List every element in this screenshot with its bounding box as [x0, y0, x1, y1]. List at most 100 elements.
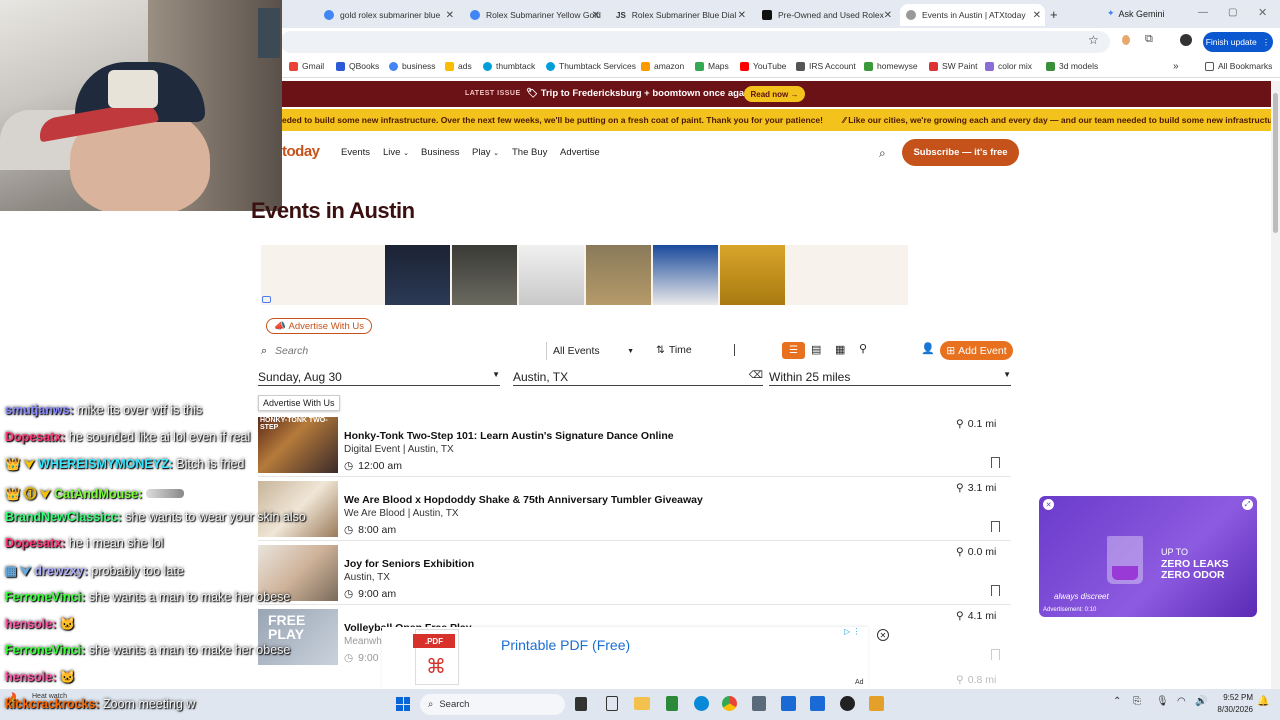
pdf-ad-banner[interactable]: .PDF ⌘ Printable PDF (Free) ▷ ⋮ Ad	[382, 627, 868, 689]
advertise-with-us-button[interactable]: 📣 Advertise With Us	[266, 318, 372, 334]
event-title[interactable]: We Are Blood x Hopdoddy Shake & 75th Ann…	[344, 494, 703, 506]
windows-start-icon[interactable]	[396, 697, 410, 711]
close-icon[interactable]: ✕	[592, 10, 600, 21]
event-title[interactable]: Honky-Tonk Two-Step 101: Learn Austin's …	[344, 430, 674, 442]
bookmark-irs[interactable]: IRS Account	[796, 61, 856, 71]
ad-headline[interactable]: Printable PDF (Free)	[501, 637, 630, 653]
tab-rolex-yellow[interactable]: Rolex Submariner Yellow Gold ✕	[464, 4, 604, 26]
nav-play[interactable]: Play ⌄	[472, 147, 499, 158]
bookmark-3d-models[interactable]: 3d models	[1046, 61, 1098, 71]
clear-icon[interactable]: ⌫	[749, 370, 763, 384]
app-icon[interactable]	[781, 696, 796, 711]
maximize-icon[interactable]: ▢	[1228, 7, 1237, 18]
radius-select[interactable]: Within 25 miles ▼	[769, 370, 1011, 384]
ask-gemini-button[interactable]: ✦ Ask Gemini	[1107, 8, 1165, 19]
taskbar-search[interactable]: ⌕ Search	[420, 694, 565, 715]
extensions-icon[interactable]: ⧉	[1145, 33, 1153, 46]
bookmark-icon[interactable]	[991, 649, 1000, 660]
clock-date[interactable]: 8/30/2026	[1208, 705, 1253, 714]
nav-the-buy[interactable]: The Buy	[512, 147, 547, 158]
close-icon[interactable]: ✕	[1043, 499, 1054, 510]
microphone-icon[interactable]: 🎙	[1156, 696, 1169, 707]
category-select[interactable]: All Events ▼	[546, 342, 634, 360]
bookmark-icon[interactable]	[991, 457, 1000, 468]
event-thumbnail[interactable]	[258, 481, 338, 537]
scrollbar[interactable]	[1271, 81, 1280, 689]
profile-avatar[interactable]	[1180, 34, 1192, 46]
expand-icon[interactable]: ⤢	[1242, 499, 1253, 510]
bookmark-thumbtack[interactable]: thumbtack	[483, 61, 535, 71]
bookmark-thumbtack-services[interactable]: Thumbtack Services	[546, 61, 636, 71]
task-view-icon[interactable]	[575, 697, 587, 711]
event-thumbnail[interactable]: HONKY-TONK TWO-STEP	[258, 417, 338, 473]
tab-events-austin[interactable]: Events in Austin | ATXtoday ✕	[900, 4, 1045, 26]
bookmark-amazon[interactable]: amazon	[641, 61, 684, 71]
close-icon[interactable]: ✕	[884, 10, 892, 21]
bookmark-homewyse[interactable]: homewyse	[864, 61, 918, 71]
subscribe-button[interactable]: Subscribe — it's free	[902, 139, 1019, 166]
minimize-icon[interactable]: —	[1198, 7, 1208, 18]
read-now-button[interactable]: Read now →	[744, 86, 805, 102]
list-view-icon[interactable]: ☰	[782, 342, 805, 359]
ad-info-icon[interactable]	[262, 296, 271, 303]
video-ad[interactable]: UP TO ZERO LEAKS ZERO ODOR always discre…	[1039, 496, 1257, 617]
all-bookmarks[interactable]: All Bookmarks	[1205, 61, 1272, 71]
chevron-up-icon[interactable]: ⌃	[1113, 696, 1121, 707]
nav-advertise[interactable]: Advertise	[560, 147, 600, 158]
bookmark-icon[interactable]	[991, 521, 1000, 532]
nav-live[interactable]: Live ⌄	[383, 147, 409, 158]
chrome-icon[interactable]	[722, 696, 737, 711]
nav-business[interactable]: Business	[421, 147, 460, 158]
bookmark-gmail[interactable]: Gmail	[289, 61, 324, 71]
bookmark-qbooks[interactable]: QBooks	[336, 61, 379, 71]
location-input[interactable]: Austin, TX ⌫	[513, 370, 763, 384]
bookmark-business[interactable]: business	[389, 61, 436, 71]
url-field[interactable]	[280, 31, 1110, 53]
bookmark-color-mix[interactable]: color mix	[985, 61, 1032, 71]
obs-icon[interactable]	[840, 696, 855, 711]
close-icon[interactable]: ✕	[446, 10, 454, 21]
map-view-icon[interactable]: ⚲	[859, 342, 867, 355]
tab-preowned-rolex[interactable]: Pre-Owned and Used Rolex ✕	[756, 4, 896, 26]
bookmark-maps[interactable]: Maps	[695, 61, 729, 71]
grid-view-icon[interactable]: ▦	[835, 343, 845, 356]
bookmark-sw-paint[interactable]: SW Paint	[929, 61, 977, 71]
extension-icon[interactable]	[1122, 35, 1130, 45]
bookmark-youtube[interactable]: YouTube	[740, 61, 786, 71]
ad-banner-clothing[interactable]	[261, 245, 908, 305]
star-icon[interactable]: ☆	[1088, 33, 1099, 47]
tray-icon[interactable]: ⎘	[1133, 696, 1141, 707]
chevron-right-icon[interactable]: »	[1173, 61, 1179, 72]
date-select[interactable]: Sunday, Aug 30 ▼	[258, 370, 500, 384]
site-logo[interactable]: today	[282, 143, 320, 160]
edge-icon[interactable]	[694, 696, 709, 711]
close-icon[interactable]: ✕	[1033, 10, 1041, 21]
search-icon[interactable]: ⌕	[879, 146, 886, 161]
scrollbar-thumb[interactable]	[1273, 93, 1278, 233]
bookmark-icon[interactable]	[991, 585, 1000, 596]
latest-issue-link[interactable]: 🏷 Trip to Fredericksburg + boomtown once…	[526, 88, 753, 99]
bookmark-ads[interactable]: ads	[445, 61, 472, 71]
add-event-button[interactable]: ⊞ Add Event	[940, 341, 1013, 360]
close-icon[interactable]: ✕	[738, 10, 746, 21]
app-icon[interactable]	[869, 696, 884, 711]
file-explorer-icon[interactable]	[634, 697, 650, 710]
calculator-icon[interactable]	[752, 696, 766, 711]
notepad-icon[interactable]	[606, 696, 618, 711]
notification-bell-icon[interactable]: 🔔	[1257, 696, 1269, 707]
volume-icon[interactable]: 🔊	[1195, 696, 1207, 707]
event-search-input[interactable]	[275, 342, 540, 360]
compact-view-icon[interactable]: ▤	[811, 343, 821, 356]
event-title[interactable]: Joy for Seniors Exhibition	[344, 558, 474, 570]
clock-time[interactable]: 9:52 PM	[1213, 693, 1253, 702]
tab-gold-rolex[interactable]: gold rolex submariner blue ✕	[318, 4, 458, 26]
user-icon[interactable]: 👤	[921, 342, 935, 355]
app-icon[interactable]	[810, 696, 825, 711]
close-ad-icon[interactable]: ✕	[877, 629, 889, 641]
adchoices-icon[interactable]: ▷ ⋮	[844, 627, 860, 636]
tab-rolex-blue[interactable]: JS Rolex Submariner Blue Dial ✕	[610, 4, 750, 26]
time-sort-button[interactable]: ⇅ Time	[656, 344, 692, 356]
app-icon[interactable]	[666, 696, 678, 711]
finish-update-button[interactable]: Finish update ⋮	[1203, 32, 1273, 52]
wifi-icon[interactable]: ◠	[1177, 696, 1186, 707]
